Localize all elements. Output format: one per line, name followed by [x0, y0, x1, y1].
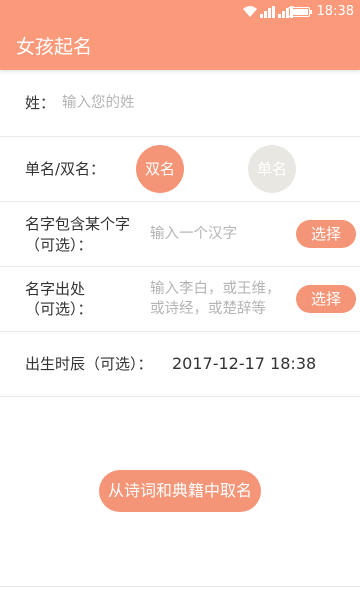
signal-icon [260, 6, 276, 18]
status-bar: 18:38 [0, 0, 360, 24]
source-input-hint-line2: 或诗经，或楚辞等 [150, 301, 266, 317]
birth-time-row: 出生时辰（可选）： 2017-12-17 18:38 [0, 332, 360, 397]
double-name-option[interactable]: 双名 [136, 145, 184, 193]
name-type-row: 单名/双名： 双名 单名 [0, 137, 360, 202]
contains-char-label: 名字包含某个字 [25, 215, 131, 233]
status-time: 18:38 [316, 4, 354, 19]
choose-source-button[interactable]: 选择 [296, 285, 356, 313]
contains-char-row: 名字包含某个字 （可选）： 输入一个汉字 选择 [0, 202, 360, 267]
surname-label: 姓： [25, 94, 56, 112]
source-row: 名字出处 （可选）： 输入李白，或王维， 或诗经，或楚辞等 选择 [0, 267, 360, 332]
battery-icon [288, 7, 312, 17]
source-label: 名字出处 [25, 280, 86, 298]
birth-time-label: 出生时辰（可选）： [25, 355, 153, 373]
app-bar: 女孩起名 [0, 24, 360, 70]
divider [0, 586, 360, 587]
surname-row: 姓： 输入您的姓 [0, 70, 360, 137]
wifi-icon [243, 6, 257, 17]
name-from-poetry-button[interactable]: 从诗词和典籍中取名 [99, 470, 261, 512]
name-type-label: 单名/双名： [25, 160, 106, 178]
single-name-option[interactable]: 单名 [248, 145, 296, 193]
page-title: 女孩起名 [16, 36, 93, 58]
contains-char-input[interactable]: 输入一个汉字 [150, 224, 237, 244]
source-input[interactable]: 输入李白，或王维， [150, 279, 281, 299]
choose-char-button[interactable]: 选择 [296, 220, 356, 248]
source-optional-label: （可选）： [25, 300, 93, 318]
surname-input[interactable]: 输入您的姓 [62, 93, 135, 113]
birth-time-value[interactable]: 2017-12-17 18:38 [172, 353, 316, 375]
contains-char-optional-label: （可选）： [25, 236, 93, 254]
